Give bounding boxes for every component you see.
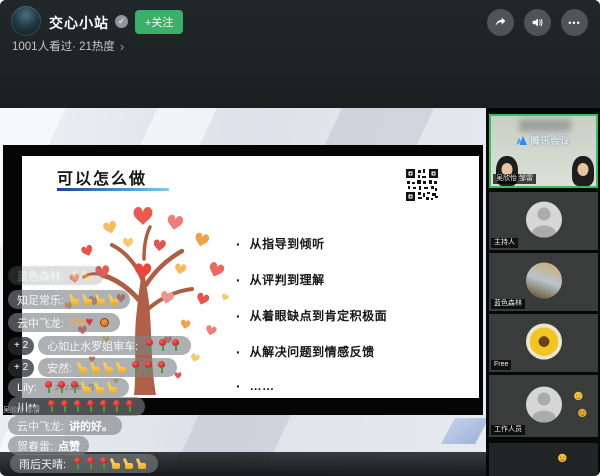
bullet-dot: · <box>236 238 241 250</box>
participant-name-label: 工作人员 <box>491 425 525 435</box>
tencent-meeting-logo-icon <box>516 136 527 145</box>
reaction-emoji <box>574 404 587 421</box>
participant-name-label: 吴欣怡 邹雷 <box>493 174 536 184</box>
channel-name: 交心小站 <box>49 13 109 33</box>
person-avatar-icon <box>526 202 562 238</box>
bullet-item: · 从指导到倾听 <box>236 235 387 252</box>
meeting-participants-sidebar: 腾讯会议 吴欣怡 邹雷 主持人 蓝色森林 Free 工作人员 <box>486 108 600 476</box>
bullet-item: · 从着眼缺点到肯定积极面 <box>236 307 387 324</box>
stream-header: 交心小站 ✓ +关注 1001人看过· 21热度 › ••• <box>0 0 600 108</box>
participant-name-label: 主持人 <box>491 238 518 248</box>
smile-emote-icon <box>571 389 582 402</box>
participant-tile-speaker[interactable]: 腾讯会议 吴欣怡 邹雷 <box>489 114 598 188</box>
screenshare-frame: 可以怎么做 <box>3 145 483 415</box>
landscape-avatar <box>526 263 562 299</box>
verified-badge-icon: ✓ <box>115 15 128 28</box>
bullet-list: · 从指导到倾听 · 从评判到理解 · 从着眼缺点到肯定积极面 · 从解决问题到… <box>236 235 387 412</box>
participant-tile-free[interactable]: Free <box>489 314 598 372</box>
viewer-stats-text: 1001人看过· 21热度 <box>12 38 115 54</box>
bullet-dot: · <box>236 310 241 322</box>
participant-tile-partial[interactable] <box>489 443 598 476</box>
follow-button[interactable]: +关注 <box>135 10 183 34</box>
bullet-dot: · <box>236 380 241 392</box>
background-accent-shape <box>441 418 489 444</box>
bullet-dot: · <box>236 274 241 286</box>
main-speaker-name-label: 吴欣怡 邹雷 <box>3 405 40 415</box>
share-icon <box>494 16 507 29</box>
chevron-right-icon: › <box>120 39 124 54</box>
share-button[interactable] <box>487 9 514 36</box>
person-avatar-icon <box>526 387 562 423</box>
reaction-emoji <box>554 449 567 465</box>
participant-name-label: Free <box>491 360 511 370</box>
blurred-background-text <box>519 119 571 132</box>
tencent-meeting-watermark: 腾讯会议 <box>491 134 596 147</box>
speaker-person-right <box>571 150 595 186</box>
viewer-stats[interactable]: 1001人看过· 21热度 › <box>12 38 124 54</box>
reaction-emoji <box>570 389 583 403</box>
speaker-icon <box>531 16 544 29</box>
more-dots-icon: ••• <box>568 18 580 28</box>
participant-tile-host[interactable]: 主持人 <box>489 192 598 250</box>
main-video-surface[interactable]: 可以怎么做 <box>0 108 486 476</box>
bullet-dot: · <box>236 346 241 358</box>
channel-avatar[interactable] <box>11 6 41 36</box>
volume-button[interactable] <box>524 9 551 36</box>
grin-emote-icon <box>575 406 586 419</box>
slide-title: 可以怎么做 <box>57 165 147 189</box>
participant-tile-blueforest[interactable]: 蓝色森林 <box>489 253 598 311</box>
hearts-tree-illustration <box>46 189 242 397</box>
sunflower-avatar <box>526 324 562 360</box>
smile-emote-icon <box>555 451 566 464</box>
presentation-slide: 可以怎么做 <box>22 156 479 398</box>
qr-code <box>405 168 439 202</box>
live-stream-player: 交心小站 ✓ +关注 1001人看过· 21热度 › ••• 可以怎么做 <box>0 0 600 476</box>
more-button[interactable]: ••• <box>561 9 588 36</box>
participant-name-label: 蓝色森林 <box>491 299 525 309</box>
header-actions: ••• <box>487 9 588 36</box>
bullet-item: · 从解决问题到情感反馈 <box>236 343 387 360</box>
bullet-item: · 从评判到理解 <box>236 271 387 288</box>
bullet-item: · …… <box>236 379 387 393</box>
player-bottom-bar <box>0 452 486 476</box>
slide-date: 2023年5月 <box>55 383 95 393</box>
